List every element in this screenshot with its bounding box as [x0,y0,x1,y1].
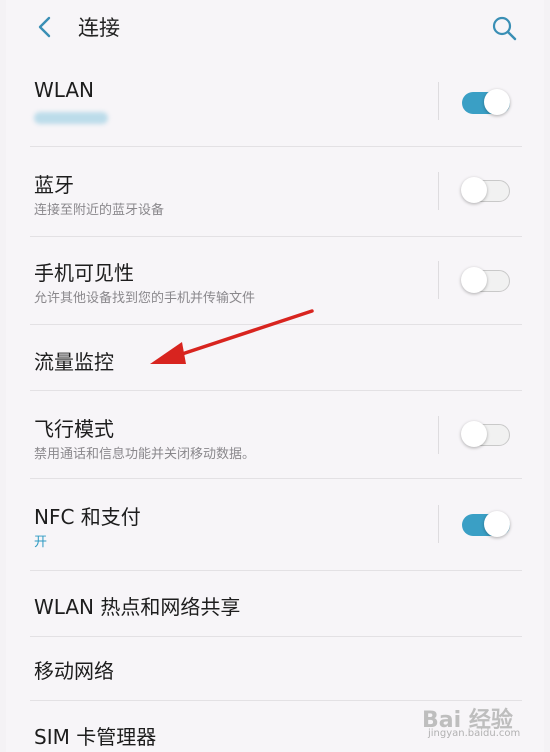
row-label: 流量监控 [34,350,114,374]
row-wlan[interactable]: WLAN [6,60,544,146]
row-nfc-payment[interactable]: NFC 和支付 开 [6,479,544,569]
row-label: WLAN 热点和网络共享 [34,595,241,619]
visibility-toggle[interactable] [461,267,510,293]
row-airplane-mode[interactable]: 飞行模式 禁用通话和信息功能并关闭移动数据。 [6,391,544,477]
chevron-left-icon[interactable] [32,14,58,40]
row-hotspot-tethering[interactable]: WLAN 热点和网络共享 [6,571,544,635]
row-label: SIM 卡管理器 [34,725,157,749]
wlan-network-name-blurred [34,112,108,124]
nfc-toggle[interactable] [462,511,510,537]
divider [438,416,439,454]
bluetooth-toggle[interactable] [461,177,510,203]
wlan-toggle[interactable] [462,89,510,115]
watermark-subtext: jingyan.baidu.com [428,728,521,739]
row-bluetooth[interactable]: 蓝牙 连接至附近的蓝牙设备 [6,147,544,235]
row-phone-visibility[interactable]: 手机可见性 允许其他设备找到您的手机并传输文件 [6,237,544,323]
row-label: 移动网络 [34,659,114,683]
settings-screen: 连接 WLAN 蓝牙 连接至附近的蓝牙设备 手机可见性 允许其他设备找到您的手机… [6,0,544,752]
row-subtitle: 开 [34,535,48,550]
row-label: 蓝牙 [34,173,74,197]
row-subtitle: 连接至附近的蓝牙设备 [34,203,165,218]
row-label: NFC 和支付 [34,505,141,529]
search-icon[interactable] [490,14,518,42]
row-subtitle: 禁用通话和信息功能并关闭移动数据。 [34,447,256,462]
row-label: 飞行模式 [34,417,114,441]
divider [438,82,439,120]
row-subtitle: 允许其他设备找到您的手机并传输文件 [34,291,256,306]
row-data-usage[interactable]: 流量监控 [6,325,544,389]
divider [438,172,439,210]
divider [438,261,439,299]
top-bar: 连接 [6,0,544,56]
airplane-mode-toggle[interactable] [461,421,510,447]
watermark-logo: Bai 经验 jingyan.baidu.com [418,694,538,744]
row-mobile-network[interactable]: 移动网络 [6,637,544,701]
row-label: 手机可见性 [34,261,134,285]
divider [438,505,439,543]
page-title: 连接 [78,16,120,40]
row-label: WLAN [34,78,95,102]
